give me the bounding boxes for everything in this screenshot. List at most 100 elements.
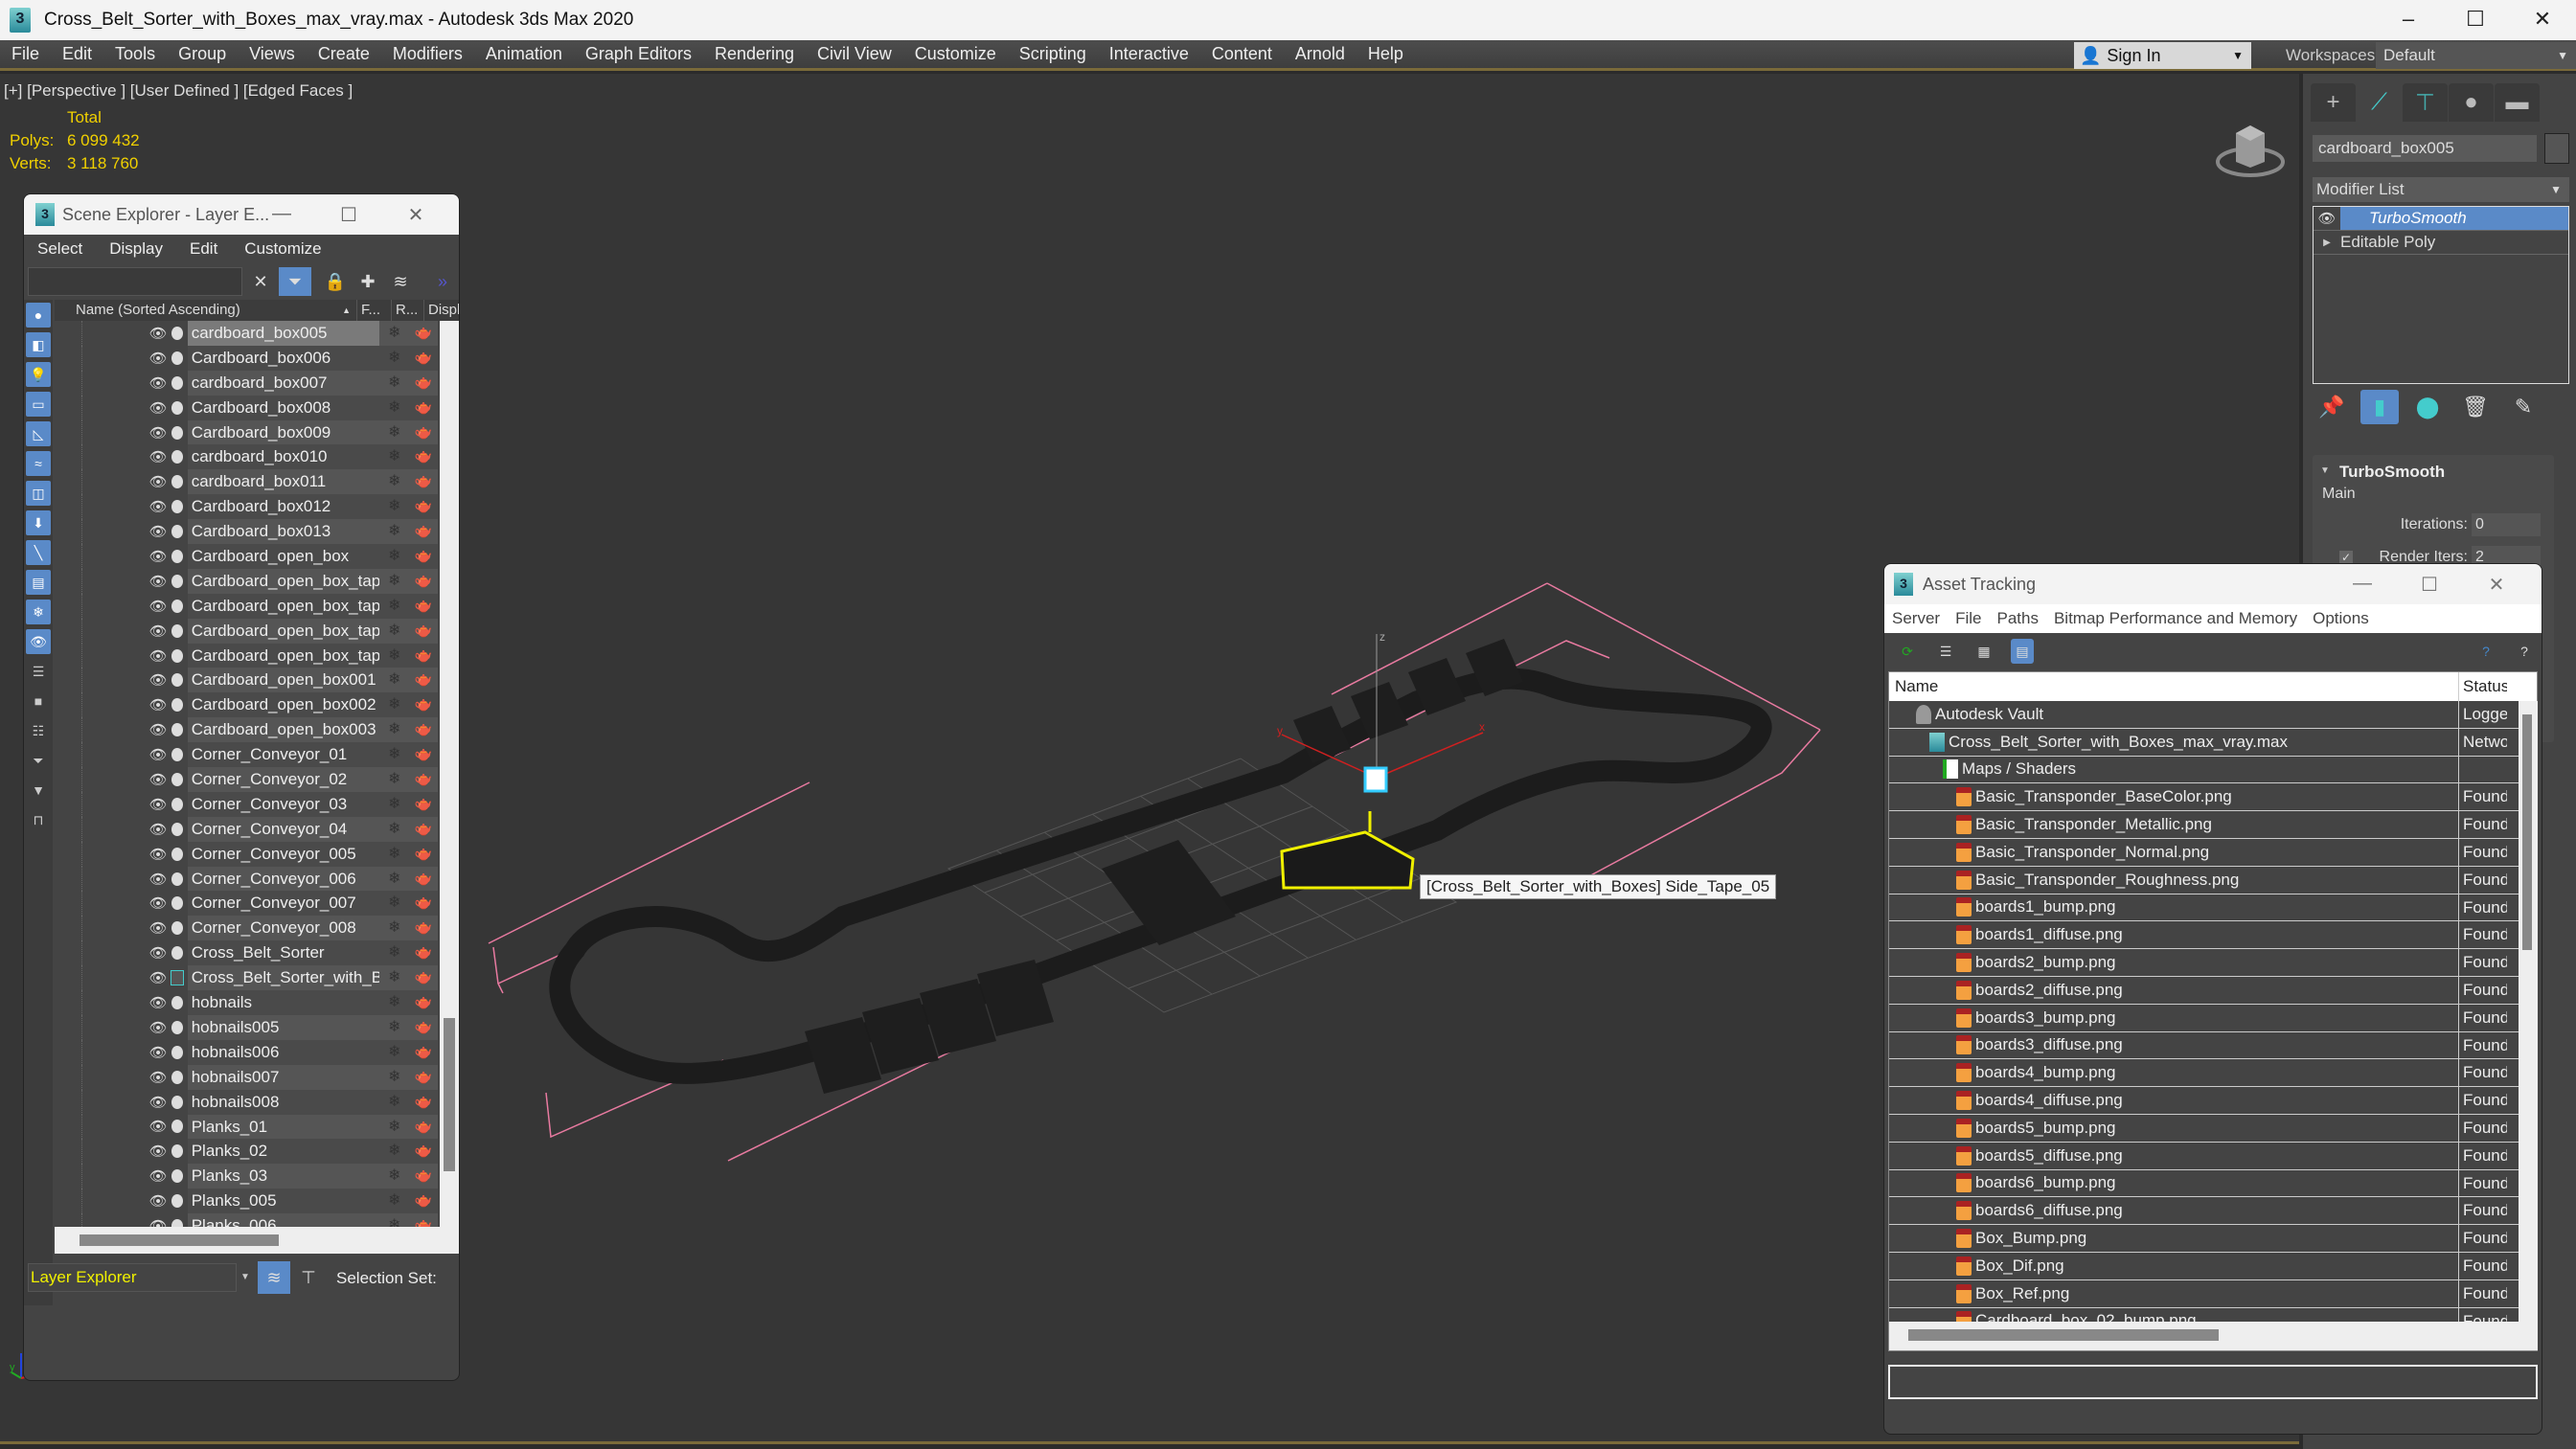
object-name[interactable]: cardboard_box010 xyxy=(187,444,380,470)
scene-object-row[interactable]: 👁 Cardboard_open_box_tape003❄🫖 xyxy=(55,643,438,668)
freeze-snowflake-icon[interactable]: ❄ xyxy=(379,419,410,445)
detail-view-icon[interactable]: ▦ xyxy=(1972,639,1995,664)
scene-list-horizontal-scrollbar[interactable] xyxy=(55,1227,459,1254)
display-all-icon[interactable]: ☰ xyxy=(26,659,51,684)
minimize-button[interactable]: — xyxy=(248,203,315,227)
menu-item-scripting[interactable]: Scripting xyxy=(1008,44,1098,64)
freeze-snowflake-icon[interactable]: ❄ xyxy=(379,965,410,991)
visibility-eye-icon[interactable]: 👁 xyxy=(148,671,169,689)
object-name[interactable]: cardboard_box007 xyxy=(187,370,380,396)
modify-tab-icon[interactable]: ⟋ xyxy=(2357,83,2402,122)
filter-select-icon[interactable]: ⏷ xyxy=(279,267,311,296)
scene-object-row[interactable]: 👁 Cardboard_box013 ❄ 🫖 xyxy=(55,519,438,545)
list-view-icon[interactable]: ☰ xyxy=(1934,639,1957,664)
visibility-eye-icon[interactable]: 👁 xyxy=(148,573,169,590)
maximize-button[interactable]: ☐ xyxy=(2396,573,2463,597)
at-menu-options[interactable]: Options xyxy=(2305,609,2377,628)
scene-object-row[interactable]: 👁 Cardboard_box009 ❄ 🫖 xyxy=(55,419,438,445)
visibility-eye-icon[interactable]: 👁 xyxy=(148,498,169,515)
visibility-eye-icon[interactable]: 👁 xyxy=(148,1019,169,1036)
freeze-snowflake-icon[interactable]: ❄ xyxy=(379,866,410,892)
freeze-snowflake-icon[interactable]: ❄ xyxy=(379,395,410,420)
asset-row[interactable]: boards4_bump.png Found xyxy=(1889,1059,2519,1088)
asset-row[interactable]: Cross_Belt_Sorter_with_Boxes_max_vray.ma… xyxy=(1889,728,2519,757)
freeze-snowflake-icon[interactable]: ❄ xyxy=(379,568,410,594)
at-menu-server[interactable]: Server xyxy=(1884,609,1948,628)
asset-row[interactable]: Basic_Transponder_Normal.png Found xyxy=(1889,838,2519,867)
scene-object-row[interactable]: 👁 Corner_Conveyor_02 ❄ 🫖 xyxy=(55,767,438,792)
scene-object-row[interactable]: 👁 cardboard_box007 ❄ 🫖 xyxy=(55,370,438,396)
menu-item-interactive[interactable]: Interactive xyxy=(1098,44,1200,64)
scene-search-input[interactable] xyxy=(28,267,242,296)
scene-object-row[interactable]: 👁 Cardboard_open_box_tape002❄🫖 xyxy=(55,618,438,644)
close-button[interactable]: ✕ xyxy=(2509,0,2576,40)
asset-row[interactable]: boards1_diffuse.png Found xyxy=(1889,921,2519,950)
object-name[interactable]: Corner_Conveyor_03 xyxy=(187,791,380,817)
explorer-type-select[interactable]: Layer Explorer xyxy=(28,1263,237,1292)
object-name[interactable]: Cross_Belt_Sorter_with_Boxes xyxy=(187,965,380,991)
visibility-eye-icon[interactable]: 👁 xyxy=(148,448,169,465)
menu-item-help[interactable]: Help xyxy=(1356,44,1415,64)
renderable-teapot-icon[interactable]: 🫖 xyxy=(409,791,438,817)
menu-item-modifiers[interactable]: Modifiers xyxy=(381,44,474,64)
visibility-eye-icon[interactable]: 👁 xyxy=(148,721,169,738)
renderable-teapot-icon[interactable]: 🫖 xyxy=(409,618,438,644)
visibility-eye-icon[interactable]: 👁 xyxy=(148,1118,169,1135)
object-name[interactable]: Cardboard_open_box002 xyxy=(187,692,380,718)
asset-row[interactable]: Basic_Transponder_BaseColor.png Found xyxy=(1889,783,2519,812)
scene-object-row[interactable]: 👁 hobnails008 ❄ 🫖 xyxy=(55,1089,438,1115)
renderable-teapot-icon[interactable]: 🫖 xyxy=(409,940,438,966)
renderable-teapot-icon[interactable]: 🫖 xyxy=(409,1089,438,1115)
eye-icon[interactable]: 👁 xyxy=(2314,210,2340,227)
modifier-stack-item[interactable]: 👁 TurboSmooth xyxy=(2314,207,2568,231)
visibility-eye-icon[interactable]: 👁 xyxy=(148,1044,169,1061)
object-name[interactable]: Cardboard_open_box_tape003 xyxy=(187,643,380,668)
collapse-triangle-icon[interactable]: ▼ xyxy=(2320,465,2330,476)
object-name[interactable]: Planks_005 xyxy=(187,1189,380,1214)
containers-filter-icon[interactable]: ▤ xyxy=(26,570,51,595)
scene-object-row[interactable]: 👁 Cross_Belt_Sorter ❄ 🫖 xyxy=(55,940,438,966)
renderable-teapot-icon[interactable]: 🫖 xyxy=(409,1213,438,1227)
object-name[interactable]: Cross_Belt_Sorter xyxy=(187,940,380,966)
menu-item-arnold[interactable]: Arnold xyxy=(1284,44,1356,64)
object-name[interactable]: Planks_006 xyxy=(187,1213,380,1227)
object-name[interactable]: cardboard_box011 xyxy=(187,469,380,495)
scrollbar-thumb[interactable] xyxy=(80,1234,279,1246)
refresh-icon[interactable]: ⟳ xyxy=(1896,639,1919,664)
scene-object-row[interactable]: 👁 Planks_005 ❄ 🫖 xyxy=(55,1189,438,1214)
se-menu-edit[interactable]: Edit xyxy=(176,239,231,259)
minimize-button[interactable]: – xyxy=(2375,0,2442,40)
context-help-icon[interactable]: ? xyxy=(2513,639,2536,664)
renderable-teapot-icon[interactable]: 🫖 xyxy=(409,717,438,743)
visibility-eye-icon[interactable]: 👁 xyxy=(148,894,169,912)
object-name[interactable]: Corner_Conveyor_04 xyxy=(187,816,380,842)
sort-by-hierarchy-icon[interactable]: ⊤ xyxy=(292,1261,325,1294)
object-name[interactable]: Cardboard_box006 xyxy=(187,345,380,371)
freeze-snowflake-icon[interactable]: ❄ xyxy=(379,618,410,644)
renderable-teapot-icon[interactable]: 🫖 xyxy=(409,692,438,718)
scrollbar-thumb[interactable] xyxy=(1908,1329,2219,1341)
invert-display-icon[interactable]: ☷ xyxy=(26,718,51,743)
scrollbar-thumb[interactable] xyxy=(444,1018,455,1171)
at-menu-paths[interactable]: Paths xyxy=(1989,609,2045,628)
scene-object-row[interactable]: 👁 Planks_006 ❄ 🫖 xyxy=(55,1213,438,1227)
renderable-teapot-icon[interactable]: 🫖 xyxy=(409,866,438,892)
object-name[interactable]: hobnails006 xyxy=(187,1039,380,1065)
visibility-eye-icon[interactable]: 👁 xyxy=(148,969,169,986)
se-menu-customize[interactable]: Customize xyxy=(231,239,334,259)
freeze-snowflake-icon[interactable]: ❄ xyxy=(379,593,410,619)
hidden-filter-icon[interactable]: 👁 xyxy=(26,629,51,654)
scrollbar-thumb[interactable] xyxy=(2522,714,2532,950)
freeze-snowflake-icon[interactable]: ❄ xyxy=(379,791,410,817)
scene-object-row[interactable]: 👁 Corner_Conveyor_005 ❄ 🫖 xyxy=(55,841,438,867)
renderable-teapot-icon[interactable]: 🫖 xyxy=(409,1039,438,1065)
asset-row[interactable]: boards6_diffuse.png Found xyxy=(1889,1197,2519,1226)
menu-item-animation[interactable]: Animation xyxy=(474,44,574,64)
visibility-eye-icon[interactable]: 👁 xyxy=(148,796,169,813)
object-name[interactable]: Corner_Conveyor_005 xyxy=(187,841,380,867)
workspace-dropdown[interactable]: Default ▼ xyxy=(2376,42,2576,69)
freeze-snowflake-icon[interactable]: ❄ xyxy=(379,1213,410,1227)
freeze-snowflake-icon[interactable]: ❄ xyxy=(379,692,410,718)
pin-stack-icon[interactable]: 📌 xyxy=(2313,390,2351,424)
freeze-snowflake-icon[interactable]: ❄ xyxy=(379,816,410,842)
